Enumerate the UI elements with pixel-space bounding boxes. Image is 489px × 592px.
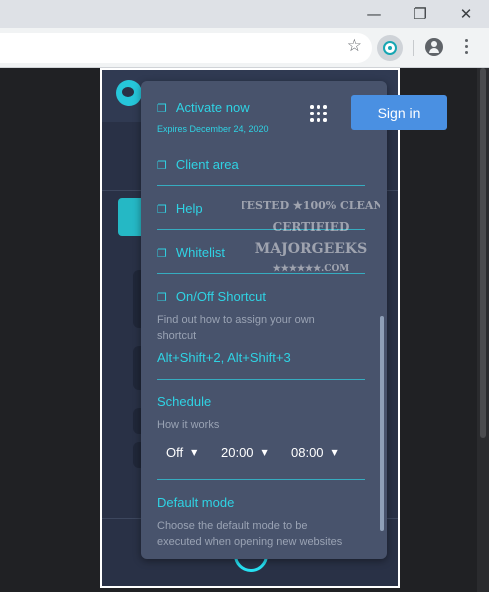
menu-separator [157, 479, 365, 480]
maximize-button[interactable]: ❐ [397, 0, 443, 28]
sign-in-button[interactable]: Sign in [351, 95, 447, 130]
bookmark-star-icon[interactable]: ☆ [347, 36, 362, 56]
menu-separator [157, 379, 365, 380]
address-bar[interactable]: ☆ [0, 33, 372, 63]
schedule-start-value: 20:00 [221, 445, 254, 460]
watermark-line: MAJORGEEKS [255, 241, 367, 257]
default-mode-heading: Default mode [157, 495, 235, 510]
page-scrollbar-thumb[interactable] [480, 68, 486, 438]
external-link-icon: ❐ [157, 159, 167, 172]
dropdown-caret-icon: ▼ [261, 448, 268, 457]
night-eye-extension-icon[interactable] [377, 35, 403, 61]
watermark-line: ★★★★★★.COM [273, 263, 350, 274]
external-link-icon: ❐ [157, 291, 167, 304]
schedule-state-select[interactable]: Off ▼ [166, 445, 197, 460]
eye-icon [383, 41, 397, 55]
shortcut-keys: Alt+Shift+2, Alt+Shift+3 [157, 350, 291, 365]
toolbar-divider [413, 40, 414, 56]
expires-date: Expires December 24, 2020 [157, 124, 269, 134]
external-link-icon: ❐ [157, 102, 167, 115]
watermark-line: CERTIFIED [273, 220, 350, 234]
dropdown-caret-icon: ▼ [331, 448, 338, 457]
external-link-icon: ❐ [157, 203, 167, 216]
default-mode-description-line: executed when opening new websites [157, 536, 343, 548]
dropdown-caret-icon: ▼ [191, 448, 198, 457]
on-off-shortcut-label: On/Off Shortcut [175, 289, 266, 304]
external-link-icon: ❐ [157, 247, 167, 260]
page-scrollbar[interactable] [477, 68, 489, 592]
menu-separator [157, 185, 365, 186]
shortcut-description: Find out how to assign your own shortcut [157, 312, 315, 344]
activate-now-link[interactable]: ❐ Activate now [157, 100, 250, 115]
schedule-end-select[interactable]: 08:00 ▼ [291, 445, 338, 460]
help-link[interactable]: ❐ Help [157, 201, 203, 216]
schedule-heading: Schedule [157, 394, 212, 409]
client-area-label: Client area [175, 157, 239, 172]
schedule-start-select[interactable]: 20:00 ▼ [221, 445, 268, 460]
shortcut-description-line: shortcut [157, 330, 197, 342]
default-mode-description-line: Choose the default mode to be [157, 520, 308, 532]
default-mode-description: Choose the default mode to be executed w… [157, 518, 342, 550]
night-eye-logo-icon [116, 80, 142, 106]
schedule-how-it-works-link[interactable]: How it works [157, 417, 219, 433]
schedule-state-value: Off [166, 445, 184, 460]
whitelist-link[interactable]: ❐ Whitelist [157, 245, 225, 260]
whitelist-label: Whitelist [175, 245, 225, 260]
browser-toolbar: ☆ [0, 28, 489, 68]
help-label: Help [175, 201, 203, 216]
schedule-end-value: 08:00 [291, 445, 324, 460]
activate-now-label: Activate now [175, 100, 250, 115]
menu-scrollbar-thumb[interactable] [380, 316, 384, 531]
settings-menu: ❐ Activate now Expires December 24, 2020 … [141, 81, 387, 559]
on-off-shortcut-link[interactable]: ❐ On/Off Shortcut [157, 289, 266, 304]
profile-avatar-icon[interactable] [425, 38, 443, 56]
browser-title-bar: — ❐ ✕ [0, 0, 489, 28]
minimize-button[interactable]: — [351, 0, 397, 28]
browser-menu-icon[interactable] [464, 37, 468, 57]
majorgeeks-watermark: TESTED ★100% CLEAN CERTIFIED MAJORGEEKS … [242, 199, 380, 274]
apps-grid-icon[interactable] [310, 105, 328, 123]
close-window-button[interactable]: ✕ [443, 0, 489, 28]
watermark-line: TESTED ★100% CLEAN [242, 199, 380, 212]
shortcut-description-line: Find out how to assign your own [157, 314, 315, 326]
client-area-link[interactable]: ❐ Client area [157, 157, 239, 172]
